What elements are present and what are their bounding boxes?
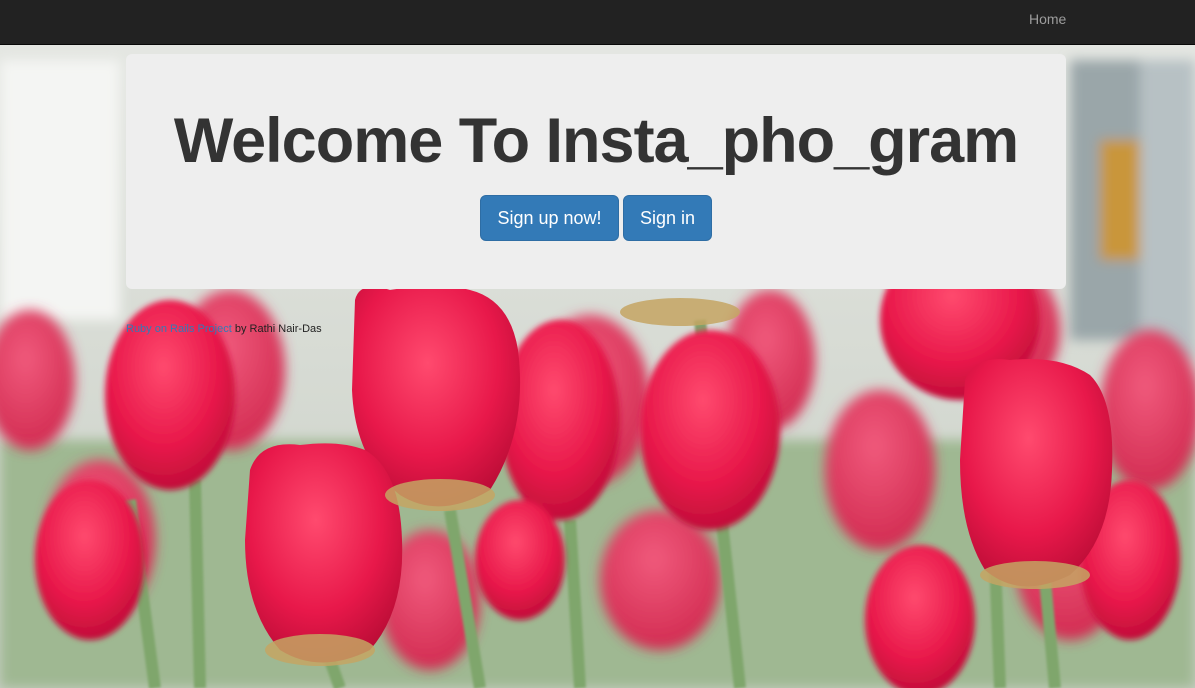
footer-credit: Ruby on Rails Project by Rathi Nair-Das [126,322,322,336]
project-link[interactable]: Ruby on Rails Project [126,323,232,335]
welcome-heading: Welcome To Insta_pho_gram [173,106,1019,176]
author-credit-text: by Rathi Nair-Das [231,323,322,335]
welcome-jumbotron: Welcome To Insta_pho_gram Sign up now! S… [126,54,1066,289]
nav-home-link[interactable]: Home [1029,11,1066,27]
sign-up-button[interactable]: Sign up now! [480,195,619,241]
top-navbar: Home [0,0,1195,45]
sign-in-button[interactable]: Sign in [623,195,712,241]
cta-button-group: Sign up now! Sign in [126,195,1066,241]
